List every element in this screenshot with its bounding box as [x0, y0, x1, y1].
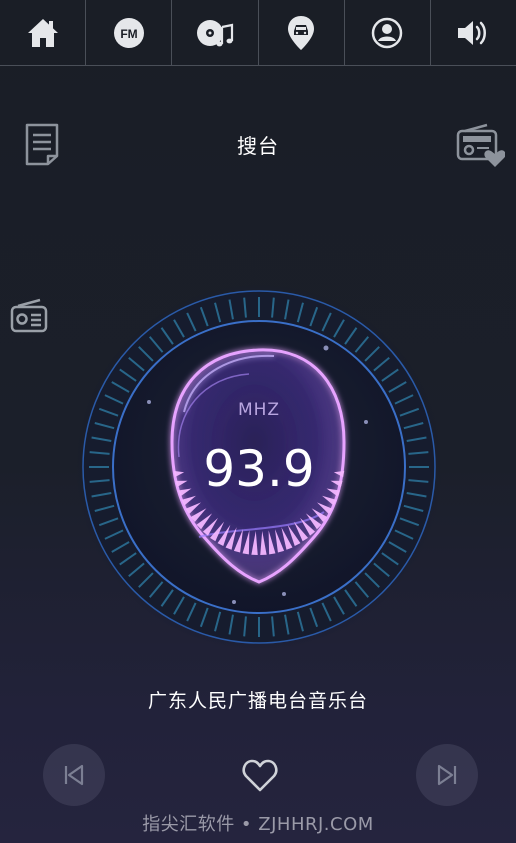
fm-icon-label: FM	[120, 27, 137, 41]
nav-user-button[interactable]	[345, 0, 431, 65]
page-title: 搜台	[237, 134, 279, 158]
station-name: 广东人民广播电台音乐台	[147, 690, 368, 712]
music-disc-icon	[196, 19, 234, 46]
frequency-value: 93.9	[203, 440, 315, 498]
dial-particle	[232, 600, 236, 604]
frequency-unit: MHZ	[237, 400, 281, 420]
car-location-icon	[288, 15, 315, 50]
dial-particle	[282, 592, 286, 596]
nav-volume-button[interactable]	[431, 0, 516, 65]
radio-mode-button[interactable]	[8, 296, 50, 336]
favorite-stations-button[interactable]	[454, 122, 506, 168]
watermark-text: 指尖汇软件 • ZJHHRJ.COM	[142, 814, 374, 835]
top-nav-bar: FM	[0, 0, 516, 66]
nav-fm-button[interactable]: FM	[86, 0, 173, 65]
skip-next-icon	[437, 764, 457, 786]
next-station-button[interactable]	[416, 744, 478, 806]
radio-heart-icon	[456, 123, 505, 167]
heart-outline-icon	[242, 759, 278, 792]
radio-icon	[10, 298, 48, 333]
previous-station-button[interactable]	[43, 744, 105, 806]
fm-icon: FM	[113, 17, 144, 48]
skip-previous-icon	[64, 764, 84, 786]
favorite-button[interactable]	[236, 752, 284, 798]
home-icon	[27, 18, 58, 47]
nav-home-button[interactable]	[0, 0, 87, 65]
user-icon	[372, 17, 403, 48]
nav-car-location-button[interactable]	[259, 0, 345, 65]
dial-particle	[364, 420, 368, 424]
dial-particle	[323, 345, 329, 351]
nav-music-button[interactable]	[172, 0, 259, 65]
volume-icon	[458, 20, 487, 45]
